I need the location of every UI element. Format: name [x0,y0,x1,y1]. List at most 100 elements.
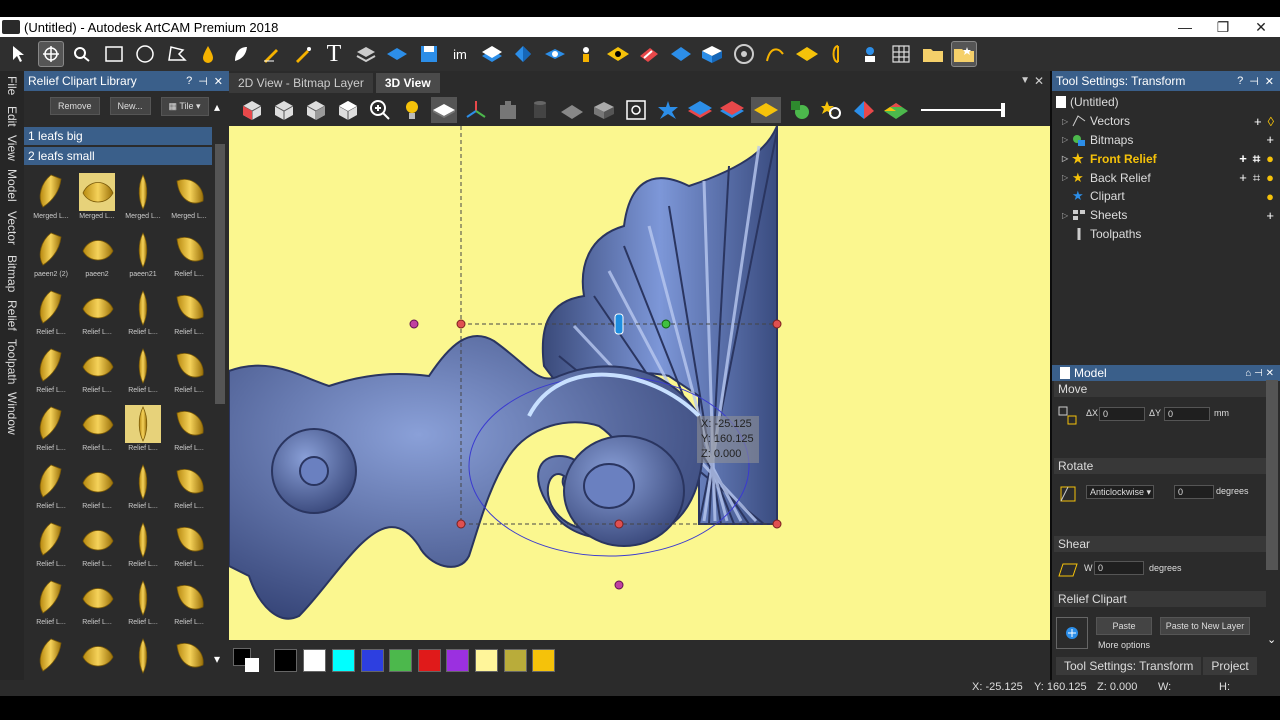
star-blue-icon[interactable] [655,97,681,123]
tree-item-bitmaps[interactable]: ▷ Bitmaps + [1052,131,1280,150]
clipart-thumbnail[interactable]: Relief L... [74,347,120,403]
clipart-thumbnail[interactable]: Merged L... [120,173,166,229]
stack-icon[interactable] [353,41,379,67]
clipart-thumbnail[interactable]: Relief L... [74,579,120,635]
shape2-blue-icon[interactable] [542,41,568,67]
primary-secondary-swatch[interactable] [233,648,263,674]
vtab-vector[interactable]: Vector [0,206,24,251]
vtab-relief[interactable]: Relief [0,296,24,334]
tile-dropdown[interactable]: ▦ Tile ▾ [160,96,209,116]
colored-diamond-icon[interactable] [851,97,877,123]
tree-item-back-relief[interactable]: ▷ ★ Back Relief + ⌗ ● [1052,168,1280,187]
bulb-icon[interactable]: ● [1266,151,1274,167]
clipart-thumbnail[interactable]: paeen21 [120,231,166,287]
new-button[interactable]: New... [109,97,151,115]
scroll-up-icon[interactable]: ▴ [214,100,220,114]
vtab-edit[interactable]: Edit [0,101,24,131]
tree-item-clipart[interactable]: ★ Clipart ● [1052,187,1280,206]
swatch-cyan[interactable] [332,649,355,672]
scroll-down-icon[interactable]: ⌄ [1267,633,1276,646]
ellipse-icon[interactable] [132,41,158,67]
swatch-blue[interactable] [361,649,384,672]
lozenge-yellow-icon[interactable] [605,41,631,67]
tabs-dropdown-icon[interactable]: ▼ [1020,75,1030,86]
clipart-thumbnail[interactable]: Relief L... [166,231,212,287]
polyline-icon[interactable] [164,41,190,67]
expand-icon[interactable]: ▷ [1062,154,1072,163]
expand-icon[interactable]: ▷ [1062,135,1072,144]
axes-icon[interactable] [463,97,489,123]
pin-icon[interactable]: ⊣ [198,75,208,88]
slider-track[interactable] [921,102,1005,117]
tab-3d-view[interactable]: 3D View [375,73,440,93]
clipart-thumbnail[interactable]: Relief L... [28,579,74,635]
person-icon[interactable] [573,41,599,67]
layer-stack-red-icon[interactable] [719,97,745,123]
tab-tool-settings[interactable]: Tool Settings: Transform [1056,657,1202,675]
clipart-thumbnail[interactable]: Relief L... [120,347,166,403]
vtab-view[interactable]: View [0,131,24,164]
vtab-file[interactable]: File [0,71,24,101]
clipart-thumbnail[interactable]: Relief L... [120,463,166,519]
clipart-thumbnail[interactable]: Relief L... [166,463,212,519]
shapes-green-icon[interactable] [787,97,813,123]
folder-star-icon[interactable] [951,41,977,67]
tree-item-sheets[interactable]: ▷ Sheets + [1052,206,1280,225]
group-leafs-big[interactable]: 1 leafs big▾ [24,127,229,145]
swatch-purple[interactable] [446,649,469,672]
tree-item-untitled[interactable]: (Untitled) [1052,93,1280,112]
half-shape-icon[interactable] [825,41,851,67]
grid-icon[interactable]: ⌗ [1253,151,1260,167]
lozenge-yellow-view-icon[interactable] [751,96,781,123]
zoom-in-icon[interactable] [367,97,393,123]
swatch-gold[interactable] [532,649,555,672]
expand-icon[interactable]: ▷ [1062,173,1072,182]
swatch-light-yellow[interactable] [475,649,498,672]
rotate-direction-select[interactable]: Anticlockwise ▾ [1086,485,1154,499]
tree-item-toolpaths[interactable]: Toolpaths [1052,225,1280,244]
rotate-angle-input[interactable]: 0 [1174,485,1214,499]
expand-icon[interactable]: ▷ [1062,211,1072,220]
add-icon[interactable]: + [1254,114,1262,129]
tree-item-front-relief[interactable]: ▷ ★ Front Relief + ⌗ ● [1052,149,1280,168]
close-button[interactable]: ✕ [1242,19,1280,36]
lozenge2-yellow-icon[interactable] [794,41,820,67]
relief-tool-icon[interactable] [857,41,883,67]
clipart-thumbnail[interactable]: Relief L... [120,579,166,635]
cube-side-icon[interactable] [303,97,329,123]
frame-select-icon[interactable] [623,97,649,123]
select-pointer-icon[interactable] [6,41,32,67]
light-bulb-icon[interactable] [399,97,425,123]
help-icon[interactable]: ? [186,75,192,87]
cube-iso-icon[interactable] [239,97,265,123]
clipart-thumbnail[interactable]: Relief L... [28,289,74,345]
panel-controls-icon[interactable]: ⌂ ⊣ ✕ [1245,368,1274,379]
dx-input[interactable]: 0 [1099,407,1145,421]
paste-button[interactable]: Paste [1096,617,1152,635]
grid-tool-icon[interactable] [888,41,914,67]
gear-circle-icon[interactable] [731,41,757,67]
clipart-thumbnail[interactable]: Relief L... [74,405,120,461]
swatch-olive[interactable] [504,649,527,672]
clipart-thumbnail[interactable]: Relief L... [28,405,74,461]
grid-icon[interactable]: ⌗ [1253,170,1260,186]
swatch-red[interactable] [418,649,441,672]
puzzle-icon[interactable] [495,97,521,123]
shape-blue-icon[interactable] [510,41,536,67]
gray-box-icon[interactable] [591,97,617,123]
text-tool-icon[interactable]: T [321,41,347,67]
zoom-lens-icon[interactable] [69,41,95,67]
minimize-button[interactable]: — [1166,19,1204,35]
maximize-button[interactable]: ❐ [1204,19,1242,36]
layers-blue-icon[interactable] [479,41,505,67]
vtab-window[interactable]: Window [0,389,24,437]
save-icon[interactable] [416,41,442,67]
clipart-thumbnail[interactable]: Relief L... [28,347,74,403]
leaf-outline-icon[interactable]: ◊ [1268,114,1274,129]
box-blue-icon[interactable] [699,41,725,67]
clipart-thumbnail[interactable]: Relief L... [166,579,212,635]
cube-top-icon[interactable] [335,97,361,123]
add-icon[interactable]: + [1239,170,1247,186]
3d-view-canvas[interactable]: X: -25.125 Y: 160.125 Z: 0.000 [229,126,1050,640]
clipart-thumbnail[interactable]: Merged L... [166,173,212,229]
